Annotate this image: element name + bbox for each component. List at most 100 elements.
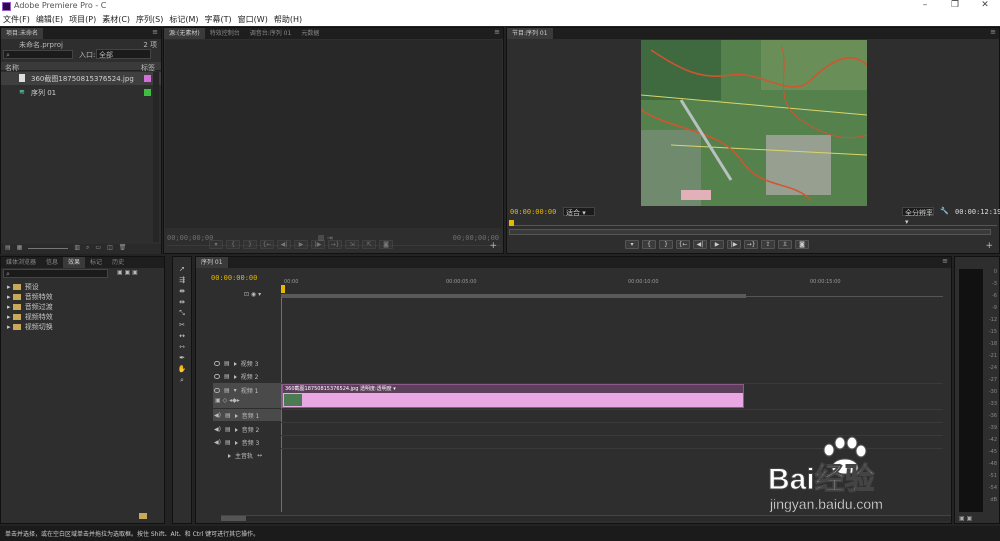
expand-icon[interactable]: [234, 413, 238, 418]
work-area-bar[interactable]: [281, 294, 746, 298]
tab-program[interactable]: 节目:序列 01: [507, 28, 553, 39]
go-out-icon[interactable]: →}: [328, 240, 342, 249]
track-header-video2[interactable]: ▤ 视频 2: [214, 370, 280, 383]
tab-effects[interactable]: 效果: [63, 257, 86, 268]
panel-menu-icon[interactable]: ≡: [990, 28, 996, 36]
project-scrollbar[interactable]: [153, 72, 159, 242]
new-item-icon[interactable]: ◫: [107, 244, 113, 254]
icon-view-icon[interactable]: ▦: [17, 244, 23, 254]
expand-icon[interactable]: [234, 427, 238, 432]
slide-tool-icon[interactable]: ⇿: [179, 343, 185, 351]
track-header-audio3[interactable]: ◀) ▤ 音频 3: [214, 436, 280, 449]
effects-search-input[interactable]: ⌕: [3, 269, 108, 278]
panel-menu-icon[interactable]: ≡: [942, 257, 948, 265]
project-item[interactable]: 360截图18750815376524.jpg: [1, 72, 161, 85]
pen-tool-icon[interactable]: ✒: [179, 354, 185, 362]
find-icon[interactable]: ⌕: [86, 244, 89, 254]
program-time-ruler[interactable]: [509, 220, 997, 226]
track-header-audio1[interactable]: ◀) ▤ 音频 1: [213, 409, 281, 421]
menu-window[interactable]: 窗口(W): [238, 14, 268, 25]
tree-item-presets[interactable]: ▸ 预设: [3, 282, 163, 292]
step-forward-icon[interactable]: |▶: [727, 240, 741, 249]
out-point-icon[interactable]: }: [659, 240, 673, 249]
go-in-icon[interactable]: {←: [676, 240, 690, 249]
expand-icon[interactable]: [228, 453, 231, 458]
go-out-icon[interactable]: →}: [744, 240, 758, 249]
label-color-swatch[interactable]: [144, 75, 151, 82]
menu-edit[interactable]: 编辑(E): [36, 14, 63, 25]
rolling-edit-tool-icon[interactable]: ⇹: [179, 298, 185, 306]
extract-icon[interactable]: ⇫: [778, 240, 792, 249]
clip-effect[interactable]: 透明度:透明度: [360, 386, 392, 392]
zoom-tool-icon[interactable]: ⌕: [180, 376, 184, 385]
delete-icon[interactable]: 🗑: [119, 244, 127, 254]
panel-menu-icon[interactable]: ≡: [494, 28, 500, 36]
close-icon[interactable]: ✕: [975, 0, 995, 10]
selection-tool-icon[interactable]: ➚: [179, 265, 185, 273]
panel-menu-icon[interactable]: ≡: [152, 28, 158, 36]
step-back-icon[interactable]: ◀|: [277, 240, 291, 249]
go-in-icon[interactable]: {←: [260, 240, 274, 249]
sync-icon[interactable]: ▤: [225, 439, 231, 446]
sync-icon[interactable]: ▤: [225, 426, 231, 433]
menu-help[interactable]: 帮助(H): [274, 14, 302, 25]
program-timecode-duration[interactable]: 00:00:12:19: [955, 208, 1000, 216]
tab-media-browser[interactable]: 媒体浏览器: [1, 257, 41, 268]
speaker-icon[interactable]: ◀): [214, 439, 221, 446]
expand-icon[interactable]: [233, 361, 237, 366]
menu-project[interactable]: 项目(P): [69, 14, 96, 25]
snap-icon[interactable]: ⊡ ◉ ▾: [244, 291, 261, 298]
marker-icon[interactable]: ▾: [209, 240, 223, 249]
collapse-icon[interactable]: ▾: [234, 387, 237, 394]
tab-info[interactable]: 信息: [41, 257, 63, 268]
menu-sequence[interactable]: 序列(S): [136, 14, 163, 25]
tree-item-video-effects[interactable]: ▸ 视频特效: [3, 312, 163, 322]
eye-icon[interactable]: [214, 388, 220, 393]
source-timecode-current[interactable]: 00;00;00;00: [167, 234, 213, 242]
play-icon[interactable]: ▶: [710, 240, 724, 249]
program-timecode-current[interactable]: 00:00:00:00: [510, 208, 556, 216]
zoom-slider[interactable]: [28, 244, 69, 249]
speaker-icon[interactable]: ◀): [214, 426, 221, 433]
tree-item-audio-transitions[interactable]: ▸ 音频过渡: [3, 302, 163, 312]
step-forward-icon[interactable]: |▶: [311, 240, 325, 249]
insert-icon[interactable]: ⇲: [345, 240, 359, 249]
search-input[interactable]: ⌕: [3, 50, 73, 59]
timeline-timecode[interactable]: 00:00:00:00: [211, 274, 257, 282]
slip-tool-icon[interactable]: ↔: [179, 332, 185, 340]
hand-tool-icon[interactable]: ✋: [178, 365, 187, 373]
step-back-icon[interactable]: ◀|: [693, 240, 707, 249]
tab-metadata[interactable]: 元数据: [296, 28, 324, 39]
accelerated-icon[interactable]: ▣ ▣ ▣: [117, 269, 138, 276]
tab-project[interactable]: 项目:未命名: [1, 28, 44, 39]
label-color-swatch[interactable]: [144, 89, 151, 96]
eye-icon[interactable]: [214, 361, 220, 366]
in-point-icon[interactable]: {: [226, 240, 240, 249]
expand-icon[interactable]: [234, 440, 238, 445]
out-point-icon[interactable]: }: [243, 240, 257, 249]
playhead-marker[interactable]: [281, 285, 285, 293]
new-bin-icon[interactable]: [139, 513, 147, 519]
ripple-edit-tool-icon[interactable]: ⇼: [179, 287, 185, 295]
tab-history[interactable]: 历史: [107, 257, 129, 268]
project-item[interactable]: ≋ 序列 01: [1, 86, 161, 99]
program-zoom-scrollbar[interactable]: [509, 229, 991, 235]
new-bin-icon[interactable]: ▭: [95, 244, 101, 254]
timeline-ruler[interactable]: 00:00 00:00:05:00 00:00:10:00 00:00:15:0…: [281, 277, 943, 298]
maximize-icon[interactable]: ❐: [945, 0, 965, 10]
add-button-icon[interactable]: +: [489, 241, 497, 251]
video-clip[interactable]: 360截图18750815376524.jpg 透明度:透明度 ▾: [282, 384, 744, 408]
minimize-icon[interactable]: –: [915, 0, 935, 10]
tab-source[interactable]: 源:(无素材): [164, 28, 205, 39]
track-header-video1[interactable]: ▤ ▾ 视频 1 ▣ ◇ ◂◆▸: [213, 383, 281, 408]
track-header-video3[interactable]: ▤ 视频 3: [214, 357, 280, 370]
entry-select[interactable]: 全部: [96, 49, 151, 59]
menu-marker[interactable]: 标记(M): [169, 14, 198, 25]
expand-icon[interactable]: [233, 374, 237, 379]
tree-item-audio-effects[interactable]: ▸ 音频特效: [3, 292, 163, 302]
wrench-icon[interactable]: 🔧: [940, 207, 949, 215]
tab-markers[interactable]: 标记: [85, 257, 107, 268]
eye-icon[interactable]: [214, 374, 220, 379]
menu-title[interactable]: 字幕(T): [205, 14, 232, 25]
track-select-tool-icon[interactable]: ⇶: [179, 276, 185, 284]
